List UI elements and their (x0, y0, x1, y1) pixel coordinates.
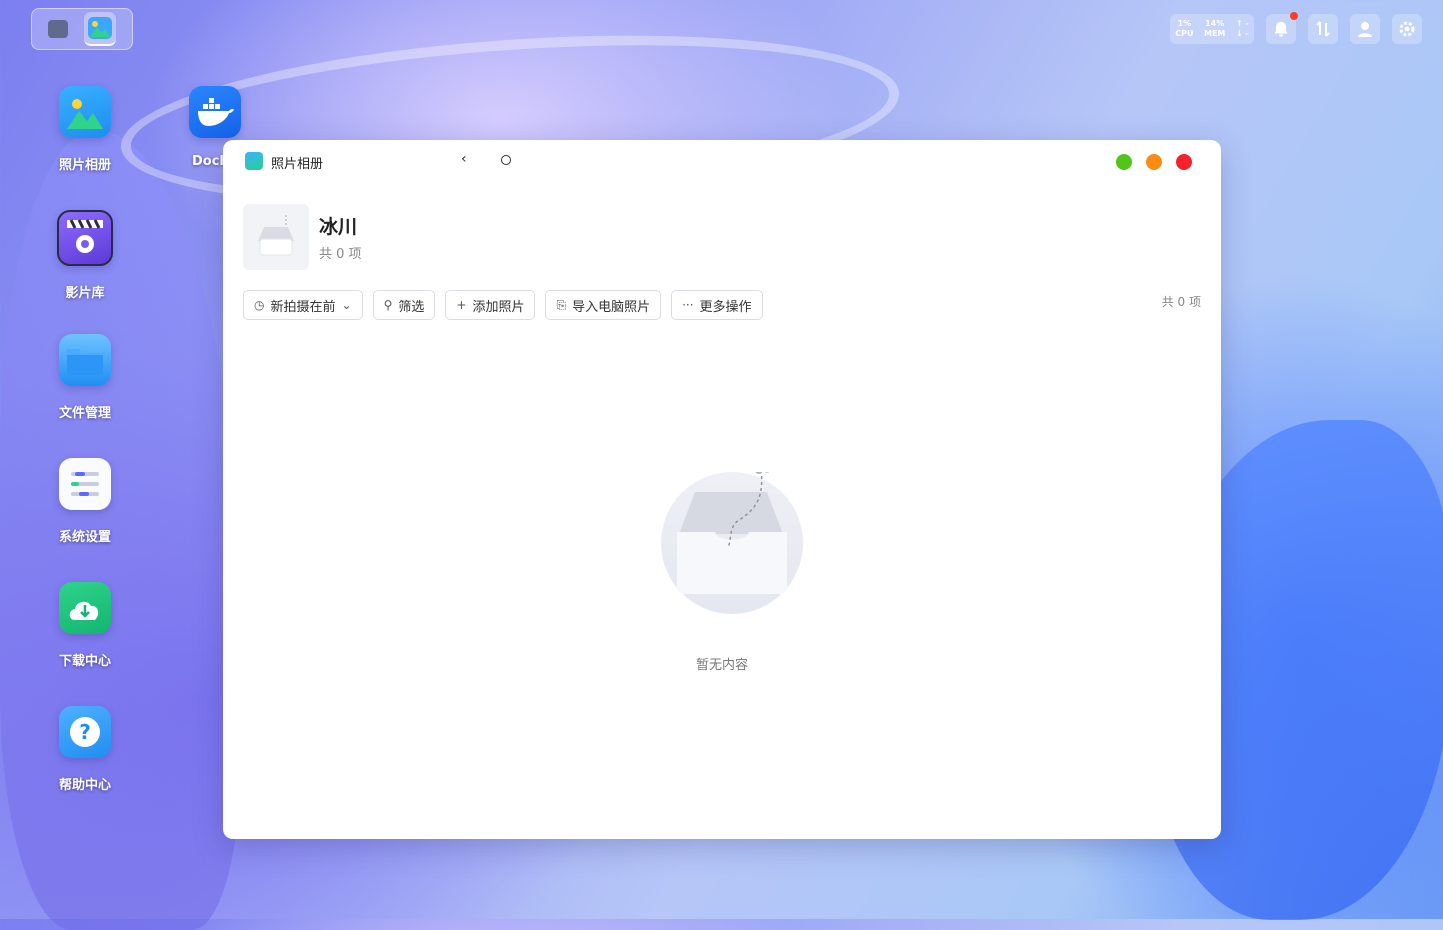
more-actions-button[interactable]: ··· 更多操作 (671, 290, 763, 320)
sort-dropdown[interactable]: ◷ 新拍摄在前 ⌄ (243, 290, 363, 320)
desktop-icon-download-center[interactable]: 下载中心 (30, 582, 140, 669)
show-desktop-button[interactable] (42, 13, 74, 45)
desktop-icon (48, 20, 68, 38)
empty-tray-icon (677, 472, 787, 594)
album-count: 共 0 项 (319, 247, 362, 262)
add-photos-button[interactable]: + 添加照片 (445, 290, 536, 320)
empty-state-illustration (661, 472, 803, 614)
help-icon: ? (59, 706, 111, 758)
mem-usage: 14% MEM (1204, 19, 1226, 38)
gear-icon (1399, 21, 1415, 37)
plus-icon: + (456, 298, 467, 312)
window-titlebar[interactable]: 照片相册 ‹ (223, 140, 1221, 184)
video-library-icon (57, 210, 113, 266)
user-icon (1358, 22, 1372, 37)
desktop-icon-system-settings[interactable]: 系统设置 (30, 458, 140, 545)
back-button[interactable]: ‹ (461, 151, 467, 167)
album-name: 冰川 (319, 216, 358, 238)
cpu-usage: 1% CPU (1175, 19, 1194, 38)
transfer-button[interactable] (1308, 14, 1338, 44)
desktop-switcher (31, 8, 133, 50)
transfer-icon (1316, 21, 1330, 37)
chevron-down-icon: ⌄ (341, 298, 352, 312)
maximize-button[interactable] (1116, 154, 1132, 170)
photos-window: 照片相册 ‹ 冰川 共 0 项 ◷ 新拍摄在前 ⌄ ⚲ 筛选 + 添加照片 ⎘ (223, 140, 1221, 839)
photos-app-icon (245, 152, 263, 170)
empty-state-text: 暂无内容 (695, 658, 748, 673)
filter-icon: ⚲ (383, 298, 393, 312)
bell-icon (1274, 22, 1288, 37)
user-button[interactable] (1350, 14, 1380, 44)
minimize-button[interactable] (1146, 154, 1162, 170)
album-toolbar: ◷ 新拍摄在前 ⌄ ⚲ 筛选 + 添加照片 ⎘ 导入电脑照片 ··· 更多操作 (243, 290, 763, 320)
svg-text:?: ? (79, 720, 91, 744)
empty-tray-icon (258, 215, 294, 256)
photos-icon (59, 86, 111, 138)
clock-icon: ◷ (254, 298, 265, 312)
window-title: 照片相册 (271, 157, 324, 172)
docker-icon (189, 86, 241, 138)
album-cover (243, 204, 309, 270)
import-icon: ⎘ (556, 297, 567, 312)
system-monitor[interactable]: 1% CPU 14% MEM ↑ - ↓ - (1170, 14, 1254, 44)
desktop-icon-file-manager[interactable]: 文件管理 (30, 334, 140, 421)
folder-icon (59, 334, 111, 386)
settings-sliders-icon (59, 458, 111, 510)
refresh-icon[interactable] (501, 155, 511, 165)
download-cloud-icon (59, 582, 111, 634)
notification-button[interactable] (1266, 12, 1298, 44)
desktop-icon-video-library[interactable]: 影片库 (30, 210, 140, 301)
settings-button[interactable] (1392, 14, 1422, 44)
import-from-computer-button[interactable]: ⎘ 导入电脑照片 (545, 290, 662, 320)
item-total: 共 0 项 (1161, 295, 1201, 309)
desktop-icon-photos[interactable]: 照片相册 (30, 86, 140, 173)
network-speed: ↑ - ↓ - (1235, 19, 1249, 38)
ellipsis-icon: ··· (682, 298, 694, 312)
notification-dot (1290, 12, 1298, 20)
desktop-icon-help-center[interactable]: ? 帮助中心 (30, 706, 140, 793)
filter-button[interactable]: ⚲ 筛选 (372, 290, 436, 320)
photos-taskbar-button[interactable] (84, 12, 116, 46)
photos-icon (88, 17, 112, 39)
close-button[interactable] (1176, 154, 1192, 170)
